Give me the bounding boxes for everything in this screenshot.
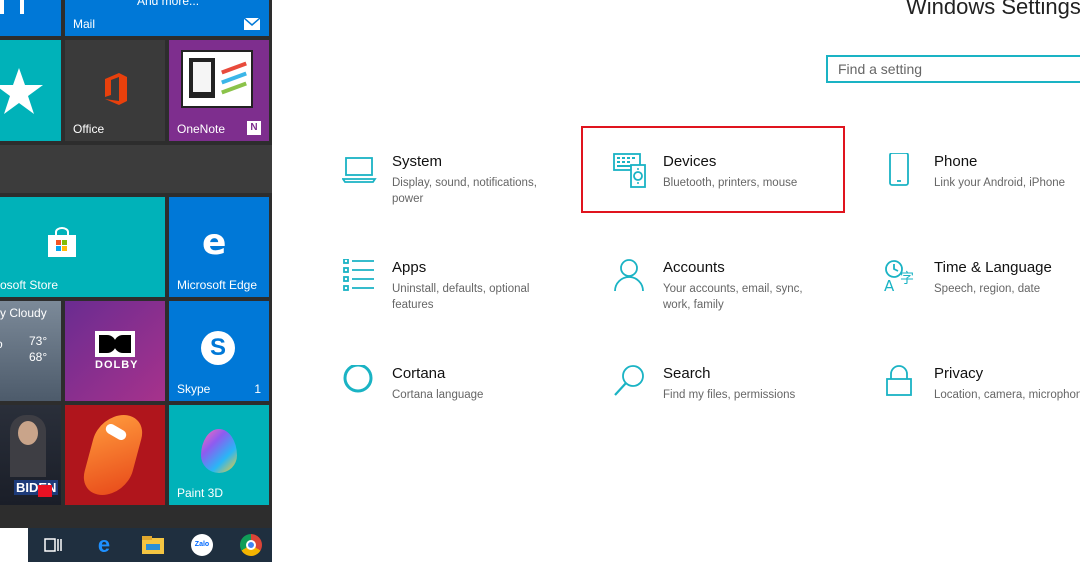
setting-name: Search — [663, 365, 711, 382]
setting-cortana[interactable]: Cortana Cortana language — [342, 365, 582, 435]
tile-label: OneNote — [177, 122, 226, 136]
cortana-circle-icon — [343, 365, 373, 393]
tile-label: Skype — [177, 382, 211, 396]
tile-office[interactable]: Office — [65, 40, 165, 141]
find-setting-input[interactable] — [828, 57, 1080, 81]
news-photo-face — [18, 421, 38, 445]
setting-desc: Find my files, permissions — [663, 389, 796, 401]
tile-partial-left[interactable] — [0, 0, 61, 36]
dolby-label: DOLBY — [95, 359, 139, 371]
zalo-text: Zalo — [191, 534, 213, 556]
setting-search[interactable]: Search Find my files, permissions — [613, 365, 853, 435]
start-menu: And more... Mail Office OneNote N osoft … — [0, 0, 272, 562]
news-icon — [38, 485, 52, 497]
setting-desc: Link your Android, iPhone — [934, 177, 1066, 189]
apps-list-icon — [343, 259, 374, 291]
edge-logo-icon: e — [202, 222, 227, 263]
task-view-icon[interactable] — [40, 532, 66, 558]
magnifier-icon — [614, 365, 644, 396]
find-setting-box[interactable] — [826, 55, 1080, 83]
svg-text:A: A — [884, 277, 895, 295]
setting-apps[interactable]: Apps Uninstall, defaults, optional featu… — [342, 259, 582, 329]
weather-high: 73° — [29, 334, 48, 348]
settings-window: Windows Settings System Display, sound, … — [272, 0, 1080, 562]
tile-label: Mail — [73, 17, 96, 31]
setting-name: Privacy — [934, 365, 984, 382]
setting-name: Cortana — [392, 365, 446, 382]
setting-desc: Your accounts, email, sync, work, family — [663, 283, 803, 311]
setting-name: Time & Language — [934, 259, 1052, 276]
tile-paint3d[interactable]: Paint 3D — [169, 405, 269, 505]
onenote-icon: N — [247, 121, 261, 135]
office-icon — [105, 73, 127, 105]
setting-desc: Uninstall, defaults, optional features — [392, 283, 530, 311]
setting-time-language[interactable]: A 字 Time & Language Speech, region, date — [884, 259, 1080, 329]
skype-badge: 1 — [254, 382, 261, 396]
search-box-taskbar[interactable] — [0, 528, 28, 562]
setting-desc: Speech, region, date — [934, 283, 1041, 295]
time-language-icon: A 字 — [884, 260, 914, 295]
setting-desc: Bluetooth, printers, mouse — [663, 177, 798, 189]
file-explorer-icon[interactable] — [140, 532, 166, 558]
person-icon — [614, 259, 644, 292]
star-icon — [0, 68, 43, 114]
edge-icon[interactable]: e — [91, 532, 117, 558]
setting-devices[interactable]: Devices Bluetooth, printers, mouse — [613, 153, 853, 223]
onenote-preview-image — [181, 50, 253, 108]
setting-desc: Cortana language — [392, 389, 484, 401]
tile-mail[interactable]: And more... Mail — [65, 0, 269, 36]
tile-label: osoft Store — [0, 278, 59, 292]
skype-logo-icon: S — [201, 331, 235, 365]
setting-name: System — [392, 153, 443, 170]
lock-icon — [886, 365, 912, 396]
window-title: Windows Settings — [906, 0, 1080, 19]
tile-news[interactable]: BIDEN — [0, 405, 61, 505]
weather-icon: o — [0, 337, 3, 351]
setting-name: Phone — [934, 153, 978, 170]
tile-skype[interactable]: S Skype 1 — [169, 301, 269, 401]
envelope-icon — [244, 18, 260, 30]
tile-label: Microsoft Edge — [177, 278, 258, 292]
tile-weather[interactable]: y Cloudy 73° 68° o — [0, 301, 61, 401]
weather-low: 68° — [29, 350, 48, 364]
tile-label: Paint 3D — [177, 486, 224, 500]
setting-desc: Display, sound, notifications, power — [392, 177, 537, 205]
setting-name: Accounts — [663, 259, 725, 276]
dolby-logo-icon — [95, 331, 135, 357]
paint3d-logo-icon — [201, 429, 237, 473]
taskbar: e Zalo — [0, 528, 272, 562]
tile-microsoft-store[interactable]: osoft Store — [0, 197, 165, 297]
tile-group-gap — [0, 145, 272, 193]
mail-more-text: And more... — [137, 0, 200, 8]
svg-text:字: 字 — [900, 271, 914, 287]
tile-dolby[interactable]: DOLBY — [65, 301, 165, 401]
weather-condition: y Cloudy — [0, 306, 47, 320]
tile-unknown-app[interactable] — [65, 405, 165, 505]
setting-desc: Location, camera, microphone — [934, 389, 1080, 401]
tile-onenote[interactable]: OneNote N — [169, 40, 269, 141]
setting-accounts[interactable]: Accounts Your accounts, email, sync, wor… — [613, 259, 853, 329]
setting-system[interactable]: System Display, sound, notifications, po… — [342, 153, 582, 223]
setting-phone[interactable]: Phone Link your Android, iPhone — [884, 153, 1080, 223]
setting-name: Apps — [392, 259, 427, 276]
setting-privacy[interactable]: Privacy Location, camera, microphone — [884, 365, 1080, 435]
laptop-icon — [342, 157, 377, 183]
tile-microsoft-edge[interactable]: e Microsoft Edge — [169, 197, 269, 297]
chrome-icon[interactable] — [238, 532, 264, 558]
tile-label: Office — [73, 122, 105, 136]
zalo-icon[interactable]: Zalo — [189, 532, 215, 558]
devices-icon — [613, 153, 646, 188]
setting-name: Devices — [663, 153, 717, 170]
store-bag-icon — [48, 227, 76, 257]
tile-favorites[interactable] — [0, 40, 61, 141]
phone-icon — [889, 153, 909, 186]
